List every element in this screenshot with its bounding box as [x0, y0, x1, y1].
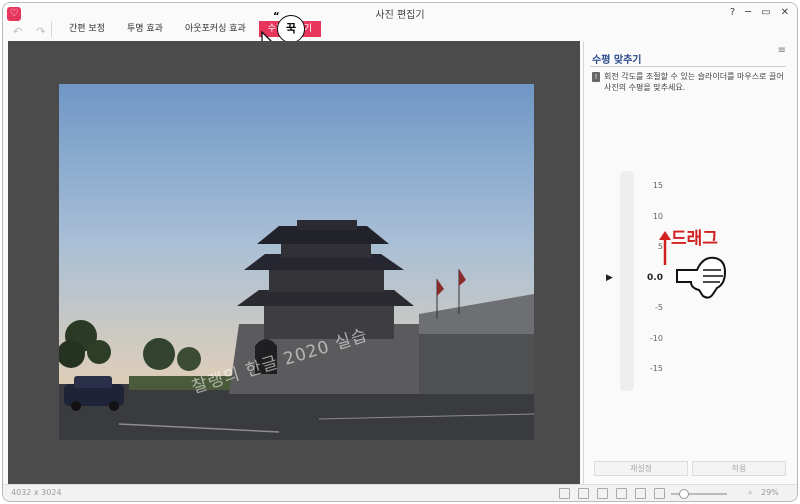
panel-title: 수평 맞추기 — [592, 55, 642, 66]
slider-track[interactable] — [620, 171, 634, 391]
photo-editor-window: ♡ 사진 편집기 ? ─ ▭ ✕ ↶ ↷ 간편 보정 투명 효과 아웃포커싱 효… — [2, 2, 798, 502]
slider-tick-label: 0.0 — [647, 272, 663, 283]
apply-button[interactable]: 적용 — [692, 461, 786, 476]
window-controls: ? ─ ▭ ✕ — [730, 7, 789, 18]
grab-hand-icon — [676, 256, 727, 299]
zoom-icon[interactable]: ⌕ — [748, 488, 752, 498]
title-bar: ♡ 사진 편집기 ? ─ ▭ ✕ ↶ ↷ 간편 보정 투명 효과 아웃포커싱 효… — [3, 3, 797, 39]
tab-transparency[interactable]: 투명 효과 — [118, 21, 172, 37]
photo-canvas[interactable]: 찰랭의 한글 2020 실습 — [8, 41, 580, 484]
compare-view-icon[interactable] — [578, 488, 589, 499]
slider-tick-label: 15 — [652, 181, 663, 190]
split-view-icon[interactable] — [559, 488, 570, 499]
slider-pointer-icon[interactable]: ▶ — [606, 273, 613, 283]
slider-tick-label: -5 — [655, 303, 663, 312]
single-view-icon[interactable] — [597, 488, 608, 499]
actual-size-icon[interactable] — [635, 488, 646, 499]
status-bar: 4032 x 3024 ⌕ 29% — [3, 484, 797, 501]
view-controls — [559, 488, 665, 499]
history-controls: ↶ ↷ — [13, 25, 45, 38]
redo-icon[interactable]: ↷ — [36, 25, 45, 38]
help-button[interactable]: ? — [730, 7, 735, 18]
undo-icon[interactable]: ↶ — [13, 25, 22, 38]
close-button[interactable]: ✕ — [781, 7, 789, 18]
fit-window-icon[interactable] — [616, 488, 627, 499]
zoom-out-icon[interactable] — [654, 488, 665, 499]
slider-tick-label: -15 — [649, 364, 663, 373]
reset-button[interactable]: 재설정 — [594, 461, 688, 476]
tab-out-focusing[interactable]: 아웃포커싱 효과 — [176, 21, 255, 37]
drag-annotation: 드래그 — [671, 229, 718, 249]
panel-instructions: 회전 각도를 조절할 수 있는 슬라이더를 마우스로 끌어 사진의 수평을 맞추… — [604, 72, 784, 92]
slider-tick-label: 10 — [652, 211, 663, 221]
minimize-button[interactable]: ─ — [745, 7, 751, 18]
image-size: 4032 x 3024 — [11, 488, 62, 497]
zoom-slider-knob[interactable] — [679, 489, 690, 499]
info-icon: ! — [592, 72, 600, 82]
panel-divider — [590, 66, 786, 67]
tab-quick-correction[interactable]: 간편 보정 — [60, 21, 114, 37]
slider-tick-label: -10 — [649, 333, 663, 343]
fortress-gate-photo — [59, 84, 534, 440]
drag-arrow-icon — [659, 231, 671, 265]
restore-button[interactable]: ▭ — [761, 7, 770, 18]
panel-menu-icon[interactable]: ≡ — [778, 45, 786, 56]
window-title: 사진 편집기 — [375, 10, 425, 21]
zoom-level: 29% — [761, 488, 779, 497]
click-callout-bubble: 꾹 — [277, 15, 305, 43]
